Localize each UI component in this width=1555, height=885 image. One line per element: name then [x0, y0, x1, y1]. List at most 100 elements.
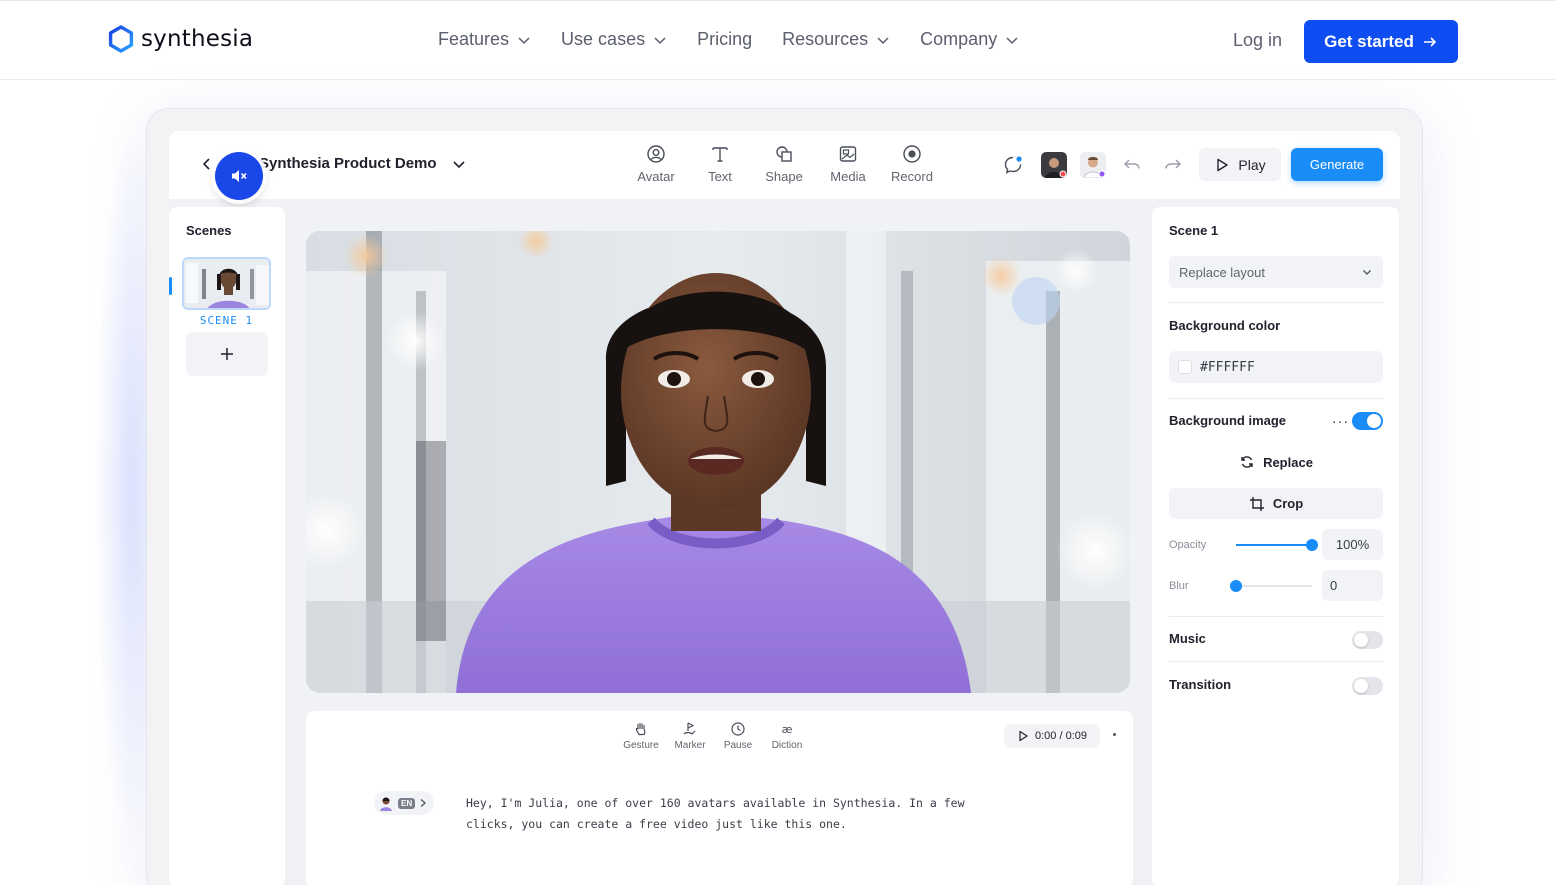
- pause-label: Pause: [723, 740, 753, 751]
- blur-value[interactable]: 0: [1322, 570, 1383, 601]
- more-options-icon[interactable]: ···: [1332, 413, 1349, 429]
- background-image-toggle[interactable]: [1352, 412, 1383, 430]
- scene-preview-image: [184, 259, 269, 308]
- music-toggle[interactable]: [1352, 631, 1383, 649]
- music-label: Music: [1169, 631, 1206, 646]
- nav-features[interactable]: Features: [438, 29, 531, 50]
- script-text[interactable]: Hey, I'm Julia, one of over 160 avatars …: [466, 793, 966, 835]
- crop-button[interactable]: Crop: [1169, 488, 1383, 519]
- timecode-text: 0:00 / 0:09: [1035, 730, 1087, 742]
- mute-button[interactable]: [215, 152, 263, 200]
- get-started-button[interactable]: Get started: [1304, 20, 1458, 63]
- project-title[interactable]: Synthesia Product Demo: [259, 155, 437, 172]
- toggle-knob: [1354, 633, 1368, 647]
- background-color-label: Background color: [1169, 318, 1281, 333]
- logo[interactable]: synthesia: [107, 25, 253, 53]
- color-swatch[interactable]: [1178, 360, 1192, 374]
- tool-shape[interactable]: Shape: [754, 144, 814, 184]
- tool-record-label: Record: [891, 169, 933, 184]
- text-icon: [712, 147, 728, 162]
- tool-avatar[interactable]: Avatar: [626, 144, 686, 184]
- login-link[interactable]: Log in: [1233, 30, 1282, 51]
- chevron-down-icon[interactable]: [452, 159, 466, 171]
- undo-icon[interactable]: [1121, 154, 1143, 176]
- chevron-left-icon[interactable]: [200, 156, 214, 172]
- nav-company-label: Company: [920, 29, 998, 49]
- layout-select-label: Replace layout: [1179, 264, 1265, 280]
- timecode-play-button[interactable]: 0:00 / 0:09: [1004, 724, 1100, 748]
- nav-resources[interactable]: Resources: [782, 29, 890, 50]
- replace-label: Replace: [1263, 454, 1313, 470]
- generate-button[interactable]: Generate: [1291, 148, 1383, 181]
- language-badge: EN: [398, 797, 416, 809]
- blur-label: Blur: [1169, 580, 1189, 592]
- background-image-label: Background image: [1169, 413, 1287, 428]
- crop-icon: [1249, 496, 1264, 511]
- play-label: Play: [1238, 156, 1266, 173]
- add-scene-button[interactable]: [186, 332, 268, 376]
- plus-icon: [221, 348, 233, 360]
- play-icon: [1019, 730, 1028, 742]
- nav-pricing-label: Pricing: [697, 29, 753, 49]
- chevron-down-icon: [518, 36, 530, 44]
- user-avatar-icon: [1041, 152, 1067, 178]
- active-scene-indicator: [169, 277, 172, 295]
- avatar-icon: [647, 145, 665, 163]
- site-header: synthesia Features Use cases Pricing Res…: [0, 0, 1555, 80]
- toggle-knob: [1354, 679, 1368, 693]
- collaborator-avatar[interactable]: [1041, 152, 1067, 178]
- scene-label: SCENE 1: [199, 314, 254, 327]
- gesture-tool[interactable]: Gesture: [616, 721, 666, 751]
- marker-label: Marker: [674, 740, 706, 751]
- opacity-slider[interactable]: [1236, 539, 1318, 551]
- background-color-input[interactable]: #FFFFFF: [1169, 351, 1383, 383]
- opacity-slider-thumb[interactable]: [1306, 539, 1318, 551]
- record-icon: [903, 145, 921, 163]
- divider: [1169, 616, 1383, 617]
- opacity-slider-fill: [1236, 544, 1312, 546]
- nav-features-label: Features: [438, 29, 510, 49]
- blur-slider[interactable]: [1230, 580, 1312, 592]
- replace-button[interactable]: Replace: [1169, 447, 1383, 477]
- toggle-knob: [1367, 414, 1381, 428]
- opacity-value[interactable]: 100%: [1322, 529, 1383, 560]
- tool-text-label: Text: [708, 169, 732, 184]
- nav-pricing[interactable]: Pricing: [697, 29, 752, 50]
- opacity-label: Opacity: [1169, 539, 1207, 551]
- tool-avatar-label: Avatar: [637, 169, 675, 184]
- marker-icon: [683, 722, 696, 735]
- diction-tool[interactable]: æ Diction: [762, 721, 812, 751]
- transition-label: Transition: [1169, 677, 1232, 692]
- nav-use-cases[interactable]: Use cases: [561, 29, 667, 50]
- divider: [1169, 398, 1383, 399]
- nav-company[interactable]: Company: [920, 29, 1019, 50]
- arrow-right-icon: [1423, 36, 1437, 47]
- transition-toggle[interactable]: [1352, 677, 1383, 695]
- voice-language-selector[interactable]: EN: [374, 791, 434, 815]
- tool-record[interactable]: Record: [882, 144, 942, 184]
- comment-icon[interactable]: [1002, 154, 1024, 176]
- more-options-icon[interactable]: [1113, 733, 1116, 736]
- blur-slider-thumb[interactable]: [1230, 580, 1242, 592]
- chevron-down-icon: [1006, 36, 1018, 44]
- nav-use-cases-label: Use cases: [561, 29, 646, 49]
- nav-resources-label: Resources: [782, 29, 869, 49]
- scene-thumbnail[interactable]: [182, 257, 271, 310]
- chevron-down-icon: [877, 36, 889, 44]
- marker-tool[interactable]: Marker: [665, 721, 715, 751]
- tool-media[interactable]: Media: [818, 144, 878, 184]
- tool-text[interactable]: Text: [690, 144, 750, 184]
- avatar-video[interactable]: [306, 231, 1130, 693]
- redo-icon[interactable]: [1162, 154, 1184, 176]
- gesture-label: Gesture: [623, 740, 659, 751]
- layout-select[interactable]: Replace layout: [1169, 256, 1383, 288]
- pause-tool[interactable]: Pause: [713, 721, 763, 751]
- diction-icon: æ: [782, 723, 793, 736]
- collaborator-avatar[interactable]: [1080, 152, 1106, 178]
- crop-label: Crop: [1272, 496, 1304, 511]
- clock-icon: [731, 722, 745, 736]
- play-icon: [1217, 158, 1229, 171]
- refresh-icon: [1241, 456, 1253, 468]
- chevron-right-icon: [420, 799, 427, 807]
- play-button[interactable]: Play: [1199, 148, 1281, 181]
